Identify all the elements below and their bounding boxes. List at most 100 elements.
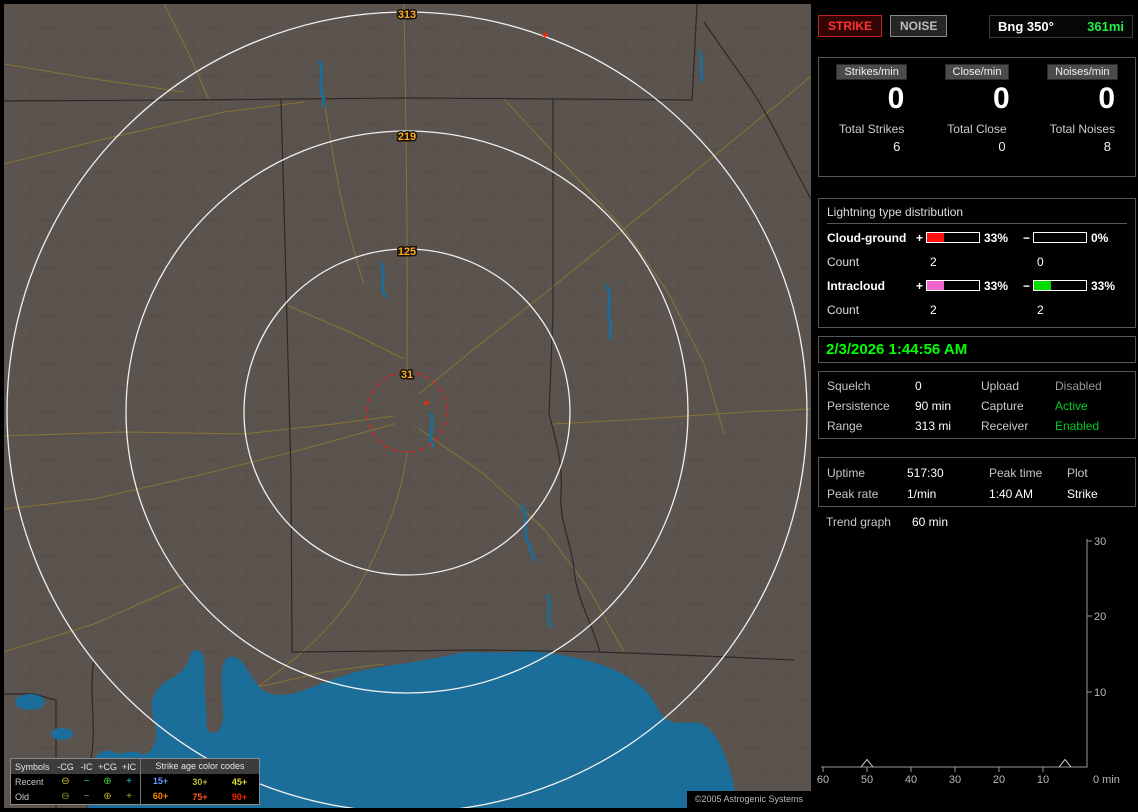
- peak-rate-value: 1/min: [907, 486, 937, 501]
- ic-positive-fill: [927, 281, 945, 290]
- trend-spikes: [860, 758, 1072, 768]
- trend-spike: [860, 758, 874, 768]
- peak-rate-row: Peak rate 1/min 1:40 AM Strike: [827, 483, 1127, 504]
- plus-sign: +: [915, 230, 923, 245]
- mode-toolbar: STRIKE NOISE Bng 350° 361mi: [818, 13, 1133, 39]
- trend-window-value: 60 min: [912, 515, 949, 529]
- total-strikes-label: Total Strikes: [838, 122, 905, 136]
- legend-recent-row: Recent ⊖ − ⊕ + 15+ 30+ 45+: [11, 774, 259, 789]
- noises-column: Noises/min 0 Total Noises 8: [1030, 64, 1135, 176]
- persistence-label: Persistence: [827, 399, 890, 413]
- cloud-ground-count-row: Count 2 0: [827, 249, 1127, 274]
- y-tick-marks: [1087, 540, 1092, 693]
- ic-positive-percent: 33%: [984, 278, 1009, 293]
- peak-time-label: Peak time: [989, 465, 1043, 480]
- map-legend: Symbols -CG -IC +CG +IC Strike age color…: [10, 758, 260, 805]
- strikes-per-min-value: 0: [887, 82, 905, 115]
- ic-negative-bar: [1033, 280, 1087, 291]
- uptime-panel: Uptime 517:30 Peak time Plot Peak rate 1…: [818, 457, 1136, 507]
- strike-mode-button[interactable]: STRIKE: [818, 15, 883, 37]
- uptime-label: Uptime: [827, 465, 866, 480]
- peak-rate-label: Peak rate: [827, 486, 879, 501]
- x-tick-30: 30: [949, 774, 961, 786]
- sidebar: STRIKE NOISE Bng 350° 361mi Strikes/min …: [815, 0, 1138, 812]
- count-label: Count: [827, 254, 860, 269]
- minus-sign: −: [1022, 230, 1030, 245]
- persistence-value: 90 min: [915, 399, 952, 413]
- legend-symbols-header: Symbols: [15, 761, 50, 772]
- total-close-label: Total Close: [947, 122, 1007, 136]
- cloud-ground-label: Cloud-ground: [827, 230, 907, 245]
- upload-label: Upload: [981, 379, 1020, 393]
- y-tick-30: 30: [1094, 536, 1106, 548]
- capture-label: Capture: [981, 399, 1024, 413]
- age-90: 90+: [231, 791, 248, 802]
- plot-value: Strike: [1067, 486, 1098, 501]
- bearing-label: Bng 350°: [998, 18, 1054, 34]
- range-value: 313 mi: [915, 419, 952, 433]
- old-neg-cg-icon: ⊖: [61, 790, 70, 802]
- copyright-notice: ©2005 Astrogenic Systems: [686, 791, 811, 808]
- x-tick-10: 10: [1037, 774, 1049, 786]
- noises-per-min-value: 0: [1098, 82, 1115, 115]
- total-close-value: 0: [998, 139, 1006, 154]
- uptime-row: Uptime 517:30 Peak time Plot: [827, 462, 1127, 483]
- trend-graph-label: Trend graph: [826, 515, 891, 529]
- recent-pos-ic-icon: +: [126, 775, 132, 787]
- legend-old-label: Old: [15, 791, 30, 802]
- range-label: Range: [827, 419, 863, 433]
- legend-old-row: Old ⊖ − ⊕ + 60+ 75+ 90+: [11, 789, 259, 804]
- status-row: Squelch 0 Upload Disabled: [827, 376, 1127, 396]
- recent-neg-cg-icon: ⊖: [61, 775, 70, 787]
- divider: [827, 223, 1127, 224]
- legend-recent-label: Recent: [15, 776, 44, 787]
- ring-label-313: 313: [398, 9, 416, 21]
- legend-col-pos-ic: +IC: [121, 761, 137, 772]
- total-strikes-value: 6: [893, 139, 901, 154]
- trend-spike: [1058, 758, 1072, 768]
- x-tick-20: 20: [993, 774, 1005, 786]
- receiver-status-panel: Squelch 0 Upload Disabled Persistence 90…: [818, 371, 1136, 439]
- age-75: 75+: [192, 791, 208, 802]
- age-30: 30+: [192, 776, 208, 787]
- recent-pos-cg-icon: ⊕: [103, 775, 112, 787]
- trend-axes: [821, 539, 1088, 768]
- bearing-readout: Bng 350° 361mi: [989, 14, 1133, 38]
- x-tick-50: 50: [861, 774, 873, 786]
- cg-positive-fill: [927, 233, 945, 242]
- intracloud-count-row: Count 2 2: [827, 297, 1127, 322]
- legend-header-row: Symbols -CG -IC +CG +IC Strike age color…: [11, 759, 259, 774]
- map-svg[interactable]: 313 219 125 31: [4, 4, 811, 808]
- ic-positive-count: 2: [930, 302, 937, 317]
- lightning-distribution-panel: Lightning type distribution Cloud-ground…: [818, 198, 1136, 328]
- cg-positive-percent: 33%: [984, 230, 1009, 245]
- receiver-value: Enabled: [1055, 419, 1100, 433]
- close-per-min-value: 0: [992, 82, 1010, 115]
- legend-col-neg-cg: -CG: [57, 761, 74, 772]
- cg-positive-count: 2: [930, 254, 937, 269]
- ring-label-219: 219: [398, 131, 416, 143]
- capture-value: Active: [1055, 399, 1088, 413]
- legend-col-pos-cg: +CG: [98, 761, 117, 772]
- cloud-ground-row: Cloud-ground + 33% − 0%: [827, 226, 1127, 249]
- map-area[interactable]: 313 219 125 31 Symbols -CG -IC +CG +IC S…: [4, 4, 811, 808]
- x-tick-marks: [822, 767, 1044, 772]
- noise-mode-button[interactable]: NOISE: [890, 15, 948, 37]
- trend-graph-header: Trend graph 60 min: [826, 515, 948, 529]
- current-datetime: 2/3/2026 1:44:56 AM: [826, 341, 968, 358]
- total-noises-label: Total Noises: [1049, 122, 1116, 136]
- legend-col-neg-ic: -IC: [80, 761, 93, 772]
- noises-per-min-label: Noises/min: [1047, 64, 1118, 80]
- bearing-distance: 361mi: [1087, 18, 1124, 34]
- plot-label: Plot: [1067, 465, 1088, 480]
- legend-age-header: Strike age color codes: [140, 759, 259, 774]
- rate-counters-panel: Strikes/min 0 Total Strikes 6 Close/min …: [818, 57, 1136, 177]
- old-pos-cg-icon: ⊕: [103, 790, 112, 802]
- strikes-column: Strikes/min 0 Total Strikes 6: [819, 64, 924, 176]
- datetime-panel: 2/3/2026 1:44:56 AM: [818, 336, 1136, 363]
- minus-sign: −: [1022, 278, 1030, 293]
- recent-neg-ic-icon: −: [83, 775, 90, 787]
- plus-sign: +: [915, 278, 923, 293]
- age-45: 45+: [231, 776, 248, 787]
- close-column: Close/min 0 Total Close 0: [924, 64, 1029, 176]
